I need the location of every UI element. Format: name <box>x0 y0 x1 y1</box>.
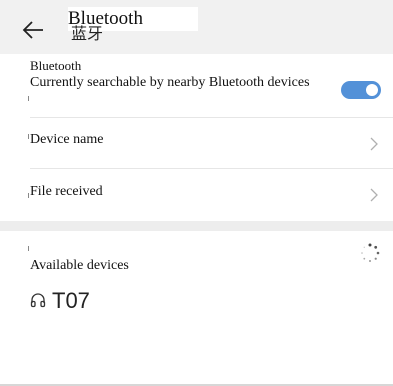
section-separator <box>0 221 393 231</box>
tick-mark <box>28 96 29 101</box>
device-name-row[interactable]: Device name <box>0 118 393 168</box>
tick-mark <box>28 193 29 198</box>
available-devices-header: Available devices <box>30 258 129 273</box>
switch-knob <box>366 84 378 96</box>
headphones-icon <box>30 293 46 308</box>
page-title: Bluetooth <box>68 8 143 29</box>
device-item-t07[interactable]: T07 <box>28 286 148 316</box>
chevron-right-icon <box>370 137 378 151</box>
tick-mark <box>28 134 29 139</box>
loading-spinner-icon <box>361 243 380 262</box>
device-name: T07 <box>52 288 90 313</box>
device-name-label: Device name <box>30 132 104 147</box>
arrow-left-icon <box>22 21 43 39</box>
tick-mark <box>28 246 29 251</box>
app-bar: 蓝牙 Bluetooth <box>0 0 393 54</box>
bluetooth-row-title: Bluetooth <box>30 58 82 73</box>
bluetooth-toggle-row[interactable]: Bluetooth Currently searchable by nearby… <box>0 54 393 117</box>
file-received-row[interactable]: File received <box>0 169 393 221</box>
back-button[interactable] <box>22 21 44 39</box>
chevron-right-icon <box>370 188 378 202</box>
file-received-label: File received <box>30 184 103 199</box>
bluetooth-switch[interactable] <box>341 81 381 99</box>
bluetooth-row-subtitle: Currently searchable by nearby Bluetooth… <box>30 75 310 90</box>
